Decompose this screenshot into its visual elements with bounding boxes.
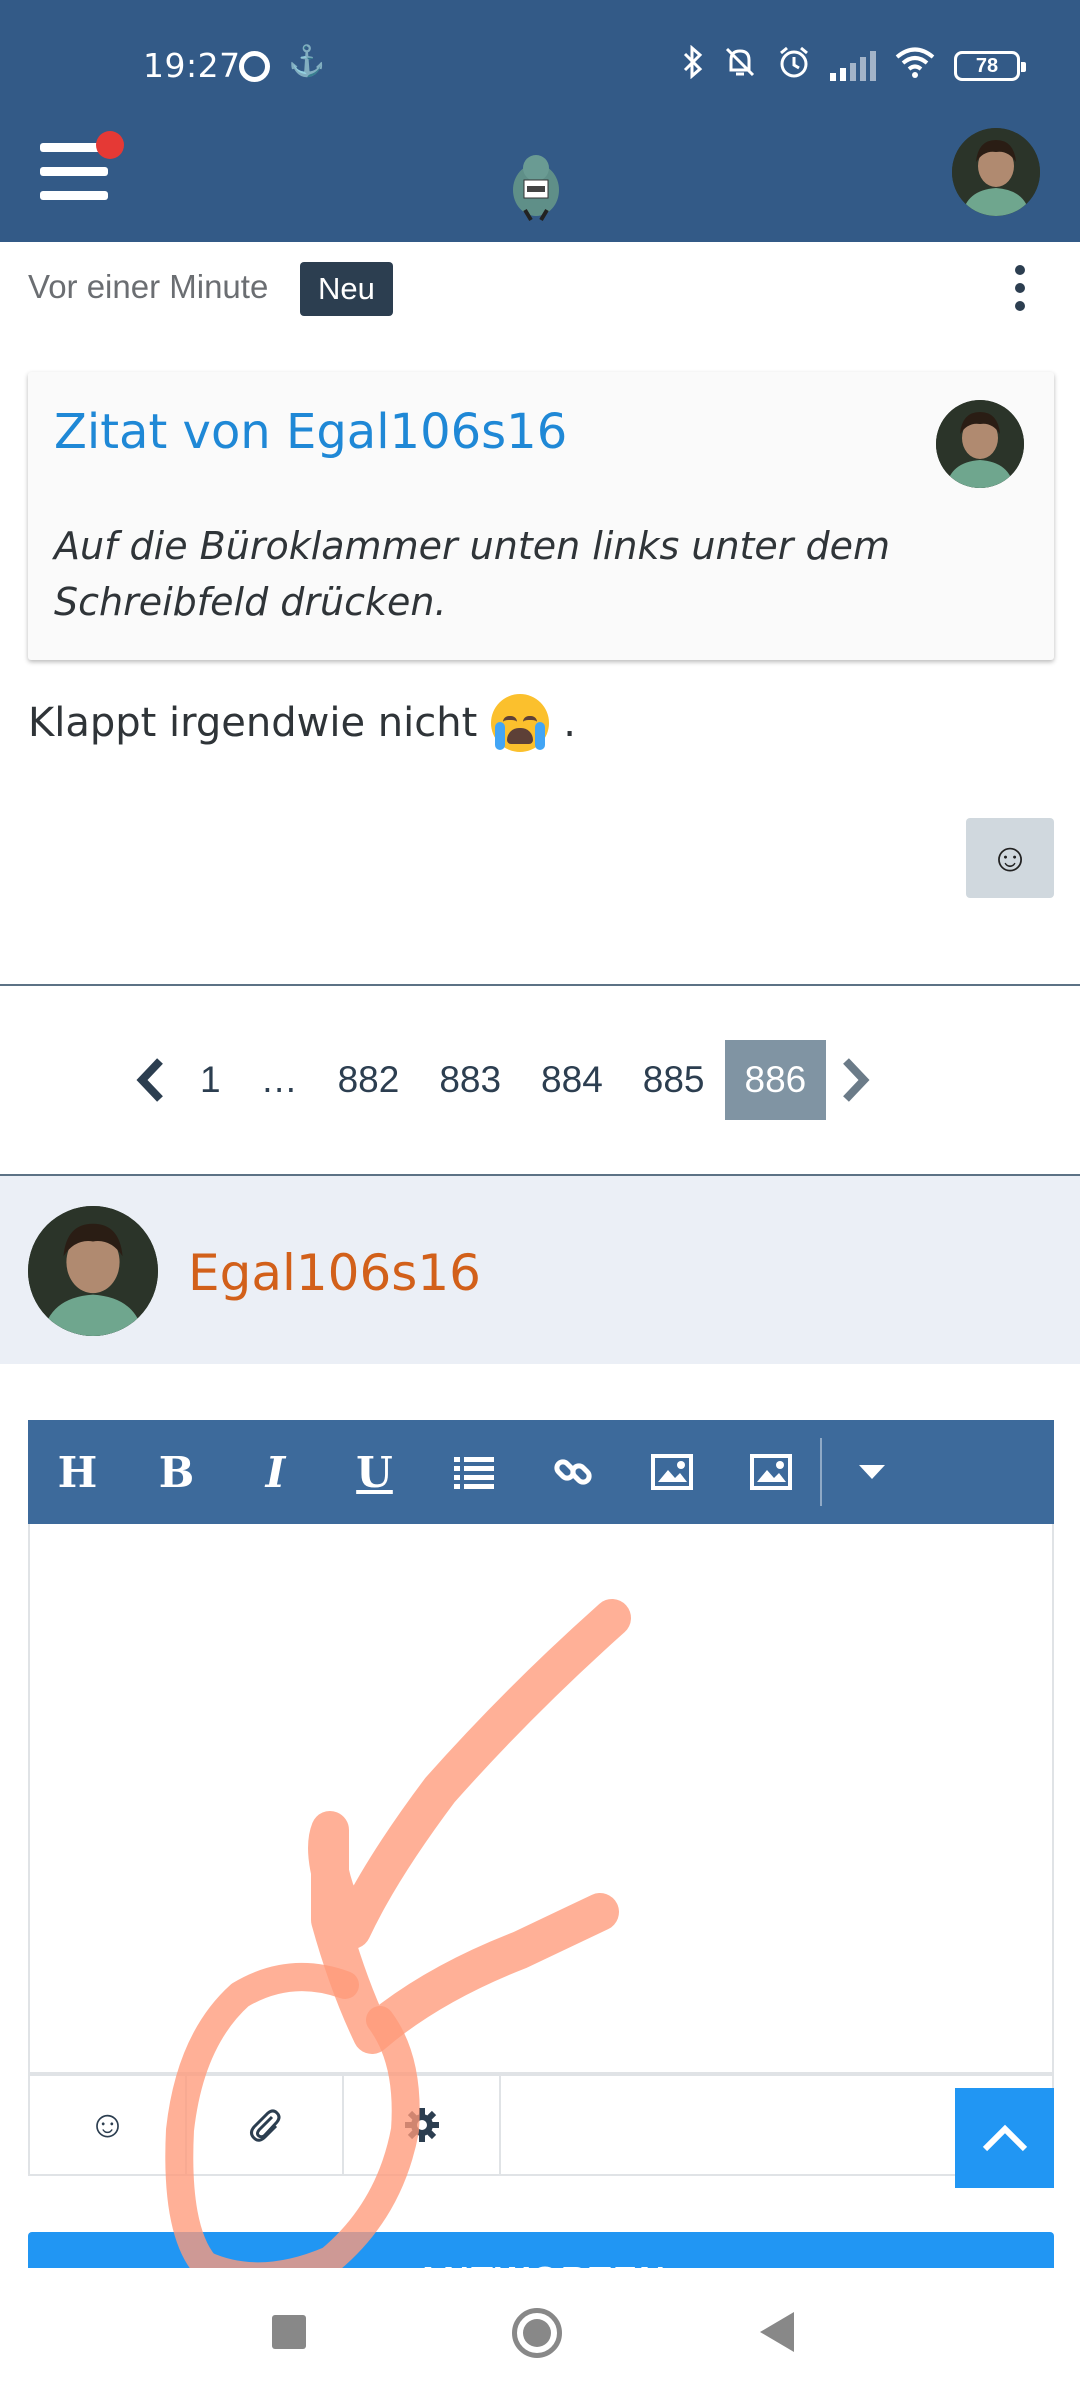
reply-avatar[interactable] bbox=[28, 1206, 158, 1336]
image-icon[interactable] bbox=[622, 1420, 721, 1524]
pagination: 1 … 882 883 884 885 886 bbox=[120, 1040, 886, 1120]
page: 19:27 ⚓ 78 Vor einer Minute Neu Zitat vo… bbox=[0, 0, 1080, 2400]
editor-toolbar: H B I U bbox=[28, 1420, 1054, 1524]
menu-button[interactable] bbox=[40, 131, 124, 201]
quote-author-link[interactable]: Zitat von Egal106s16 bbox=[54, 404, 567, 460]
bold-button[interactable]: B bbox=[127, 1420, 226, 1524]
link-icon[interactable] bbox=[523, 1420, 622, 1524]
post-body: Klappt irgendwie nicht . bbox=[28, 694, 576, 752]
smiley-icon: ☺ bbox=[989, 835, 1031, 880]
previous-page-icon[interactable] bbox=[120, 1040, 180, 1120]
gear-icon bbox=[404, 2108, 439, 2142]
back-icon[interactable] bbox=[760, 2312, 794, 2352]
attachment-button[interactable] bbox=[187, 2076, 344, 2174]
page-link-882[interactable]: 882 bbox=[318, 1040, 420, 1120]
bluetooth-icon bbox=[682, 44, 704, 87]
chevron-down-icon[interactable] bbox=[822, 1420, 921, 1524]
italic-button[interactable]: I bbox=[226, 1420, 325, 1524]
status-time: 19:27 bbox=[143, 46, 241, 85]
battery-icon: 78 bbox=[954, 51, 1026, 81]
page-link-1[interactable]: 1 bbox=[180, 1040, 241, 1120]
quote-avatar[interactable] bbox=[936, 400, 1024, 488]
editor-bottom-spacer bbox=[501, 2076, 658, 2174]
smiley-icon: ☺ bbox=[88, 2103, 127, 2146]
status-circle-icon bbox=[239, 51, 270, 82]
status-icons: 78 bbox=[682, 40, 1026, 92]
alarm-icon bbox=[776, 44, 812, 88]
quote-text: Auf die Büroklammer unten links unter de… bbox=[54, 524, 891, 624]
post-text: Klappt irgendwie nicht bbox=[28, 700, 478, 746]
emoji-button[interactable]: ☺ bbox=[30, 2076, 187, 2174]
paperclip-icon bbox=[249, 2109, 280, 2142]
user-avatar[interactable] bbox=[952, 128, 1040, 216]
crying-emoji-icon bbox=[491, 694, 550, 752]
muted-bell-icon bbox=[722, 44, 758, 88]
list-icon[interactable] bbox=[424, 1420, 523, 1524]
recent-apps-icon[interactable] bbox=[272, 2315, 306, 2349]
notification-dot bbox=[96, 131, 124, 159]
settings-button[interactable] bbox=[344, 2076, 501, 2174]
editor-bottom-bar: ☺ bbox=[28, 2074, 1054, 2176]
reply-author-name[interactable]: Egal106s16 bbox=[188, 1244, 481, 1302]
chevron-up-icon bbox=[982, 2124, 1027, 2152]
next-page-icon[interactable] bbox=[826, 1040, 886, 1120]
page-ellipsis: … bbox=[260, 1059, 298, 1100]
page-current[interactable]: 886 bbox=[724, 1040, 827, 1120]
app-header: 19:27 ⚓ 78 bbox=[0, 0, 1080, 242]
page-link-885[interactable]: 885 bbox=[623, 1040, 725, 1120]
site-logo[interactable] bbox=[505, 150, 567, 222]
gallery-image-icon[interactable] bbox=[721, 1420, 820, 1524]
post-text-suffix: . bbox=[563, 700, 576, 746]
heading-button[interactable]: H bbox=[28, 1420, 127, 1524]
reply-text-area[interactable] bbox=[28, 1524, 1054, 2074]
anchor-icon: ⚓ bbox=[288, 45, 326, 78]
page-link-883[interactable]: 883 bbox=[419, 1040, 521, 1120]
underline-button[interactable]: U bbox=[325, 1420, 424, 1524]
quote-block: Zitat von Egal106s16 Auf die Büroklammer… bbox=[28, 372, 1054, 660]
home-icon[interactable] bbox=[512, 2308, 562, 2358]
status-bar: 19:27 ⚓ 78 bbox=[0, 0, 1080, 130]
new-badge: Neu bbox=[300, 262, 393, 316]
reply-author-bar: Egal106s16 bbox=[0, 1176, 1080, 1364]
signal-icon bbox=[830, 51, 876, 81]
more-options-icon[interactable] bbox=[1010, 265, 1030, 311]
post-timestamp: Vor einer Minute bbox=[28, 268, 269, 305]
divider bbox=[0, 984, 1080, 986]
wifi-icon bbox=[894, 45, 936, 87]
reaction-button[interactable]: ☺ bbox=[966, 818, 1054, 898]
scroll-to-top-button[interactable] bbox=[955, 2088, 1054, 2188]
page-link-884[interactable]: 884 bbox=[521, 1040, 623, 1120]
